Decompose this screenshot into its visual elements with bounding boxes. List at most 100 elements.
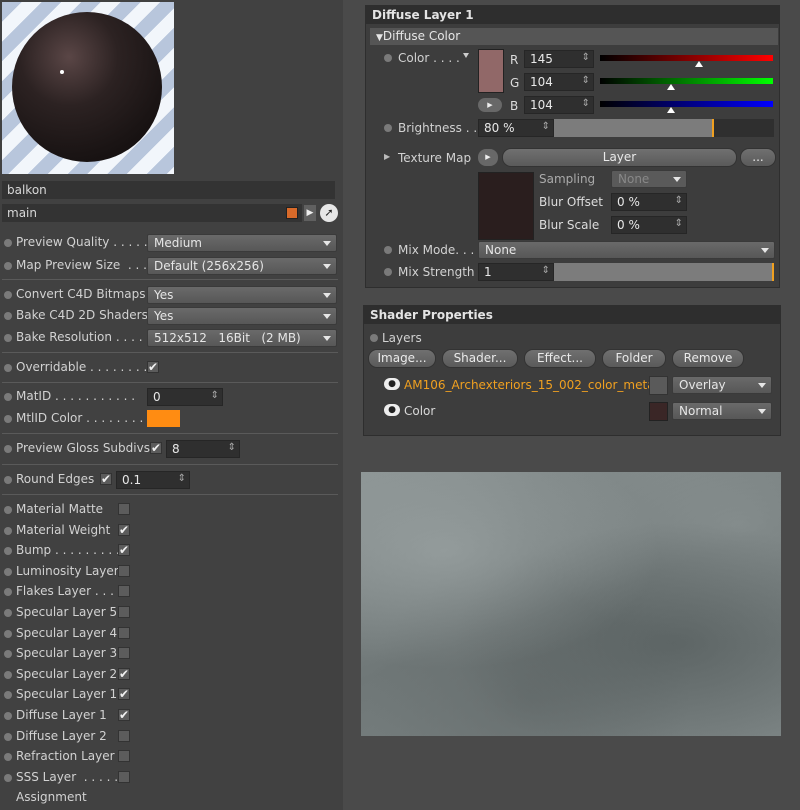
- convert-bitmaps-dropdown[interactable]: Yes: [147, 286, 337, 304]
- layer-color-swatch[interactable]: [286, 207, 298, 219]
- layer-label: Flakes Layer . . . . .: [16, 584, 130, 599]
- mix-strength-slider[interactable]: [554, 263, 774, 281]
- animate-dot-icon[interactable]: [384, 54, 392, 62]
- layer-checkbox[interactable]: [118, 626, 130, 639]
- effect-button[interactable]: Effect...: [524, 349, 596, 368]
- animate-dot-icon[interactable]: [4, 415, 12, 423]
- mtlid-color-swatch[interactable]: [147, 410, 180, 427]
- bake-shaders-dropdown[interactable]: Yes: [147, 307, 337, 325]
- play-icon[interactable]: ▶: [478, 149, 498, 166]
- animate-dot-icon[interactable]: [4, 691, 12, 700]
- r-slider[interactable]: [600, 55, 773, 67]
- remove-button[interactable]: Remove: [672, 349, 744, 368]
- animate-dot-icon[interactable]: [4, 364, 12, 372]
- animate-dot-icon[interactable]: [4, 312, 12, 320]
- play-icon[interactable]: ▶: [478, 98, 502, 112]
- matid-input[interactable]: 0: [147, 388, 223, 406]
- animate-dot-icon[interactable]: [4, 567, 12, 576]
- animate-dot-icon[interactable]: [4, 262, 12, 270]
- layer-checkbox[interactable]: [118, 647, 130, 660]
- animate-dot-icon[interactable]: [384, 124, 392, 132]
- r-input[interactable]: 145: [524, 50, 594, 68]
- layer-label: Diffuse Layer 2: [16, 728, 107, 743]
- layer-checkbox[interactable]: [118, 606, 130, 618]
- animate-dot-icon[interactable]: [4, 629, 12, 638]
- mix-mode-dropdown[interactable]: None: [478, 241, 775, 259]
- animate-dot-icon[interactable]: [4, 526, 12, 535]
- map-preview-size-dropdown[interactable]: Default (256x256): [147, 257, 337, 275]
- b-input[interactable]: 104: [524, 96, 594, 114]
- layer-checkbox[interactable]: ✔: [118, 667, 130, 680]
- layer-checkbox[interactable]: [118, 729, 130, 742]
- g-slider[interactable]: [600, 78, 773, 90]
- round-edges-checkbox[interactable]: ✔: [100, 473, 112, 485]
- texture-more-button[interactable]: ...: [740, 148, 776, 167]
- diffuse-color-section[interactable]: ▼Diffuse Color: [370, 28, 778, 45]
- gloss-subdivs-input[interactable]: 8: [166, 440, 240, 458]
- round-edges-input[interactable]: 0.1: [116, 471, 190, 489]
- layer-checkbox[interactable]: [118, 750, 130, 763]
- blend-mode-dropdown[interactable]: Overlay: [672, 376, 772, 394]
- shader-layer-swatch[interactable]: [649, 376, 668, 395]
- layer-checkbox[interactable]: [118, 503, 130, 515]
- animate-dot-icon[interactable]: [384, 246, 392, 254]
- gloss-subdivs-checkbox[interactable]: ✔: [150, 442, 162, 454]
- animate-dot-icon[interactable]: [4, 609, 12, 617]
- b-slider[interactable]: [600, 101, 773, 113]
- folder-button[interactable]: Folder: [602, 349, 666, 368]
- blend-mode-dropdown[interactable]: Normal: [672, 402, 772, 420]
- bake-resolution-dropdown[interactable]: 512x512 16Bit (2 MB): [147, 329, 337, 347]
- animate-dot-icon[interactable]: [4, 670, 12, 679]
- brightness-slider[interactable]: [554, 119, 774, 137]
- arrow-right-icon[interactable]: ▶: [384, 152, 390, 161]
- material-preview[interactable]: [2, 2, 174, 174]
- diffuse-color-swatch[interactable]: [478, 49, 504, 93]
- animate-dot-icon[interactable]: [4, 588, 12, 597]
- layer-checkbox[interactable]: [118, 770, 130, 783]
- animate-dot-icon[interactable]: [370, 334, 378, 342]
- layer-checkbox[interactable]: [118, 564, 130, 577]
- arrow-right-icon[interactable]: ▶: [304, 205, 316, 221]
- picker-cursor-icon[interactable]: ➚: [320, 204, 338, 222]
- layer-checkbox[interactable]: ✔: [118, 544, 130, 557]
- overridable-checkbox[interactable]: ✔: [147, 361, 159, 373]
- shader-layer-name[interactable]: Color: [404, 404, 435, 418]
- animate-dot-icon[interactable]: [4, 476, 12, 484]
- blur-offset-input[interactable]: 0 %: [611, 193, 687, 211]
- color-mode-arrow-icon[interactable]: [463, 53, 469, 58]
- preview-quality-dropdown[interactable]: Medium: [147, 234, 337, 252]
- layer-checkbox[interactable]: ✔: [118, 709, 130, 721]
- layer-checkbox[interactable]: ✔: [118, 523, 130, 536]
- layer-checkbox[interactable]: ✔: [118, 688, 130, 701]
- animate-dot-icon[interactable]: [384, 268, 392, 276]
- layer-name-field[interactable]: main: [2, 204, 302, 222]
- blur-scale-input[interactable]: 0 %: [611, 216, 687, 234]
- animate-dot-icon[interactable]: [4, 547, 12, 556]
- animate-dot-icon[interactable]: [4, 239, 12, 247]
- animate-dot-icon[interactable]: [4, 445, 12, 453]
- animate-dot-icon[interactable]: [4, 712, 12, 720]
- image-button[interactable]: Image...: [368, 349, 436, 368]
- animate-dot-icon[interactable]: [4, 291, 12, 299]
- texture-layer-button[interactable]: Layer: [502, 148, 737, 167]
- animate-dot-icon[interactable]: [4, 334, 12, 342]
- animate-dot-icon[interactable]: [4, 753, 12, 762]
- mix-strength-input[interactable]: 1: [478, 263, 554, 281]
- layer-label: Material Weight: [16, 522, 111, 537]
- shader-layer-swatch[interactable]: [649, 402, 668, 421]
- shader-layer-name[interactable]: AM106_Archexteriors_15_002_color_metal: [404, 378, 658, 392]
- layer-checkbox[interactable]: [118, 585, 130, 598]
- eye-icon[interactable]: ●: [384, 378, 400, 390]
- material-name-field[interactable]: balkon: [2, 181, 335, 199]
- g-input[interactable]: 104: [524, 73, 594, 91]
- animate-dot-icon[interactable]: [4, 732, 12, 741]
- sampling-dropdown[interactable]: None: [611, 170, 687, 188]
- animate-dot-icon[interactable]: [4, 650, 12, 659]
- eye-icon[interactable]: ●: [384, 404, 400, 416]
- animate-dot-icon[interactable]: [4, 773, 12, 782]
- animate-dot-icon[interactable]: [4, 506, 12, 514]
- animate-dot-icon[interactable]: [4, 393, 12, 401]
- shader-button[interactable]: Shader...: [442, 349, 518, 368]
- brightness-input[interactable]: 80 %: [478, 119, 554, 137]
- texture-thumbnail[interactable]: [478, 172, 534, 240]
